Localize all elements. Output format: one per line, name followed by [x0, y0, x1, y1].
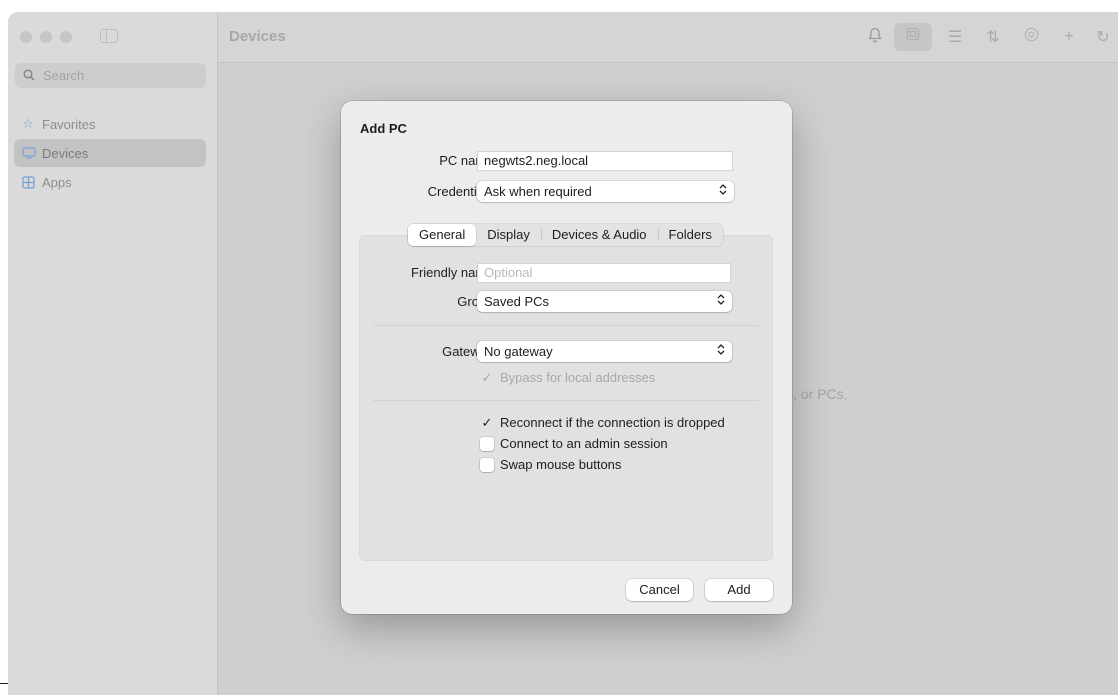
divider	[373, 400, 759, 401]
bell-icon[interactable]	[856, 27, 894, 48]
sidebar-nav: ☆ Favorites Devices Apps	[14, 110, 206, 197]
group-value: Saved PCs	[484, 294, 550, 309]
tab-panel	[359, 235, 773, 561]
sidebar-item-label: Devices	[42, 145, 89, 161]
page-title: Devices	[229, 28, 286, 45]
sidebar: Search ☆ Favorites Devices Apps	[8, 12, 218, 695]
bypass-local-checkbox[interactable]: ✓ Bypass for local addresses	[480, 369, 656, 386]
divider	[373, 325, 759, 326]
swap-mouse-label: Swap mouse buttons	[500, 457, 622, 472]
search-input[interactable]: Search	[15, 63, 206, 88]
list-view-icon[interactable]: ☰	[936, 27, 974, 47]
cancel-button[interactable]: Cancel	[626, 579, 693, 601]
checkmark-icon: ✓	[481, 369, 493, 385]
sidebar-item-apps[interactable]: Apps	[14, 168, 206, 196]
credentials-value: Ask when required	[484, 184, 592, 199]
empty-state-text-line1: s, or PCs,	[786, 386, 848, 402]
sidebar-toggle-icon[interactable]	[100, 29, 118, 43]
star-icon: ☆	[22, 116, 34, 131]
tab-bar: General Display Devices & Audio Folders	[408, 224, 723, 246]
search-placeholder: Search	[43, 68, 85, 83]
chevron-up-down-icon	[717, 291, 725, 312]
sort-icon[interactable]: ⇅	[974, 27, 1012, 47]
friendly-name-placeholder: Optional	[484, 265, 533, 280]
checkbox-icon	[480, 436, 494, 451]
group-select[interactable]: Saved PCs	[477, 291, 732, 312]
friendly-name-field[interactable]: Optional	[477, 263, 731, 283]
add-pc-dialog: Add PC PC name: negwts2.neg.local Creden…	[341, 101, 792, 614]
tab-general[interactable]: General	[408, 224, 477, 246]
tab-devices-audio[interactable]: Devices & Audio	[540, 224, 658, 246]
toolbar-actions: ☰ ⇅ + ↻	[856, 12, 1118, 62]
add-icon[interactable]: +	[1050, 28, 1088, 46]
reconnect-checkbox[interactable]: ✓ Reconnect if the connection is dropped	[480, 414, 725, 431]
gateway-select[interactable]: No gateway	[477, 341, 732, 362]
sidebar-item-label: Favorites	[42, 116, 96, 132]
swap-mouse-checkbox[interactable]: Swap mouse buttons	[480, 457, 621, 472]
admin-session-label: Connect to an admin session	[500, 436, 668, 451]
grid-icon	[22, 175, 42, 189]
zoom-window-button[interactable]	[60, 31, 72, 43]
bypass-local-label: Bypass for local addresses	[500, 370, 656, 385]
edge-mark	[0, 683, 8, 684]
checkbox-icon	[480, 457, 494, 472]
chevron-up-down-icon	[717, 341, 725, 362]
minimize-window-button[interactable]	[40, 31, 52, 43]
tab-folders[interactable]: Folders	[657, 224, 723, 246]
reconnect-label: Reconnect if the connection is dropped	[500, 415, 725, 430]
admin-session-checkbox[interactable]: Connect to an admin session	[480, 436, 668, 451]
gateway-value: No gateway	[484, 344, 553, 359]
credentials-select[interactable]: Ask when required	[477, 181, 734, 202]
settings-icon[interactable]	[1012, 27, 1050, 47]
dialog-title: Add PC	[360, 121, 407, 136]
add-button[interactable]: Add	[705, 579, 773, 601]
chevron-up-down-icon	[719, 181, 727, 202]
toolbar: Devices ☰ ⇅ + ↻	[218, 12, 1118, 63]
tab-display[interactable]: Display	[476, 224, 541, 246]
grid-view-icon[interactable]	[894, 23, 932, 51]
window-controls	[20, 31, 72, 43]
sidebar-item-favorites[interactable]: ☆ Favorites	[14, 110, 206, 138]
search-icon	[23, 63, 35, 88]
close-window-button[interactable]	[20, 31, 32, 43]
pc-name-field[interactable]: negwts2.neg.local	[477, 151, 733, 171]
checkmark-icon: ✓	[481, 414, 493, 430]
monitor-icon	[22, 147, 42, 159]
sidebar-item-devices[interactable]: Devices	[14, 139, 206, 167]
refresh-icon[interactable]: ↻	[1088, 27, 1118, 47]
sidebar-item-label: Apps	[42, 174, 72, 190]
pc-name-value: negwts2.neg.local	[484, 153, 589, 168]
